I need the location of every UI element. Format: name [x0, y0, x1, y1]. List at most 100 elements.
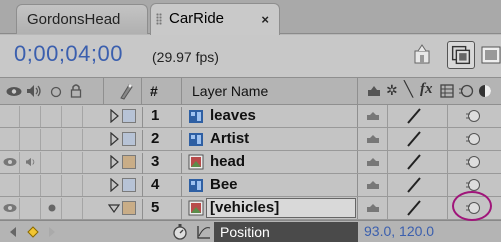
audio-switch[interactable] [21, 198, 41, 219]
lock-switch[interactable] [63, 129, 83, 150]
layer-glyph-icon [189, 110, 203, 123]
video-switch[interactable] [0, 175, 20, 196]
shy-switch[interactable] [358, 151, 388, 173]
stopwatch-icon[interactable] [172, 223, 188, 241]
lock-switch[interactable] [63, 106, 83, 127]
layer-name-header[interactable]: Layer Name [182, 78, 358, 105]
layer-number: 2 [142, 130, 182, 151]
label-color-chip[interactable] [122, 155, 136, 169]
layer-name: Artist [210, 130, 250, 147]
motion-blur-switch[interactable] [448, 174, 501, 196]
lock-switch[interactable] [63, 198, 83, 219]
lock-icon[interactable] [70, 83, 82, 98]
solo-switch[interactable] [42, 175, 62, 196]
audio-switch[interactable] [21, 175, 41, 196]
tab-gordonshead[interactable]: GordonsHead [16, 4, 148, 34]
keyframe-navigator[interactable] [8, 225, 58, 239]
frame-blend-icon[interactable] [440, 84, 454, 98]
property-name[interactable]: Position [214, 222, 358, 242]
quality-slash-icon [407, 131, 421, 147]
layer-switches-header: ✲ ╲ fx [358, 78, 501, 105]
video-switch[interactable] [0, 152, 20, 173]
label-color-chip[interactable] [122, 132, 136, 146]
motion-blur-switch[interactable] [448, 128, 501, 150]
solo-switch[interactable] [42, 152, 62, 173]
eye-icon[interactable] [6, 86, 22, 97]
quality-switch[interactable] [388, 151, 448, 173]
solo-switch[interactable] [42, 198, 62, 219]
video-switch[interactable] [0, 106, 20, 127]
close-icon[interactable]: × [261, 12, 269, 27]
live-update-icon[interactable] [447, 41, 475, 69]
label-color-chip[interactable] [122, 201, 136, 215]
quality-switch[interactable] [388, 128, 448, 150]
fx-icon[interactable]: fx [420, 81, 433, 98]
motion-blur-switch[interactable] [448, 197, 501, 219]
frame-rate-label: (29.97 fps) [152, 49, 219, 65]
layer-name-cell[interactable]: [vehicles] [182, 197, 358, 219]
draft-3d-icon[interactable] [478, 41, 501, 69]
shy-switch[interactable] [358, 105, 388, 127]
quality-switch[interactable] [388, 197, 448, 219]
video-switch[interactable] [0, 129, 20, 150]
shy-switch[interactable] [358, 174, 388, 196]
label-column-header [104, 78, 142, 105]
label-tag-icon[interactable] [118, 82, 134, 100]
av-switches-header [0, 78, 104, 105]
motion-blur-switch[interactable] [448, 151, 501, 173]
layer-glyph-icon [110, 155, 119, 169]
layer-glyph-icon [188, 200, 204, 216]
tab-carride[interactable]: CarRide × [150, 3, 280, 35]
quality-switch[interactable] [388, 174, 448, 196]
solo-icon[interactable] [50, 86, 62, 98]
layer-glyph-icon [188, 154, 204, 170]
shy-icon [367, 158, 379, 166]
layer-row[interactable]: 1 leaves [0, 105, 501, 128]
motion-blur-switch[interactable] [448, 105, 501, 127]
layer-glyph-icon [48, 204, 56, 212]
video-switch[interactable] [0, 198, 20, 219]
audio-switch[interactable] [21, 106, 41, 127]
layer-row[interactable]: 3 head [0, 151, 501, 174]
layer-glyph-icon [189, 133, 203, 146]
audio-switch[interactable] [21, 129, 41, 150]
layer-name-cell[interactable]: leaves [182, 105, 358, 127]
tab-bar: GordonsHead CarRide × [0, 0, 501, 35]
quality-switch[interactable] [388, 105, 448, 127]
layer-name-cell[interactable]: head [182, 151, 358, 173]
property-value[interactable]: 93.0, 120.0 [364, 223, 434, 239]
motion-blur-icon[interactable] [458, 84, 474, 98]
collapse-icon[interactable]: ✲ [386, 82, 398, 99]
layer-row[interactable]: 5 [vehicles] [0, 197, 501, 220]
audio-switch[interactable] [21, 152, 41, 173]
layer-row[interactable]: 2 Artist [0, 128, 501, 151]
next-keyframe-icon [49, 227, 55, 237]
layer-name-cell[interactable]: Bee [182, 174, 358, 196]
layer-name: head [210, 153, 246, 170]
graph-icon[interactable] [196, 224, 212, 240]
shy-switch[interactable] [358, 197, 388, 219]
layer-column-header: # Layer Name ✲ ╲ fx [0, 77, 501, 105]
layer-glyph-icon [3, 204, 17, 212]
label-color-chip[interactable] [122, 178, 136, 192]
layer-row[interactable]: 4 Bee [0, 174, 501, 197]
comp-flowchart-icon[interactable] [409, 41, 437, 69]
lock-switch[interactable] [63, 175, 83, 196]
speaker-icon[interactable] [26, 84, 42, 98]
layer-number-header[interactable]: # [142, 78, 182, 105]
motion-blur-icon [466, 110, 480, 122]
lock-switch[interactable] [63, 152, 83, 173]
quality-icon[interactable]: ╲ [404, 80, 413, 98]
layer-number: 1 [142, 107, 182, 128]
shy-switch[interactable] [358, 128, 388, 150]
layer-glyph-icon [26, 157, 35, 167]
shy-icon[interactable] [366, 85, 382, 97]
solo-switch[interactable] [42, 106, 62, 127]
layer-glyph-icon [108, 204, 120, 214]
layer-name-cell[interactable]: Artist [182, 128, 358, 150]
adjustment-icon[interactable] [478, 84, 492, 98]
grip-icon[interactable] [156, 13, 162, 25]
current-time-display[interactable]: 0;00;04;00 [14, 41, 123, 67]
label-color-chip[interactable] [122, 109, 136, 123]
solo-switch[interactable] [42, 129, 62, 150]
